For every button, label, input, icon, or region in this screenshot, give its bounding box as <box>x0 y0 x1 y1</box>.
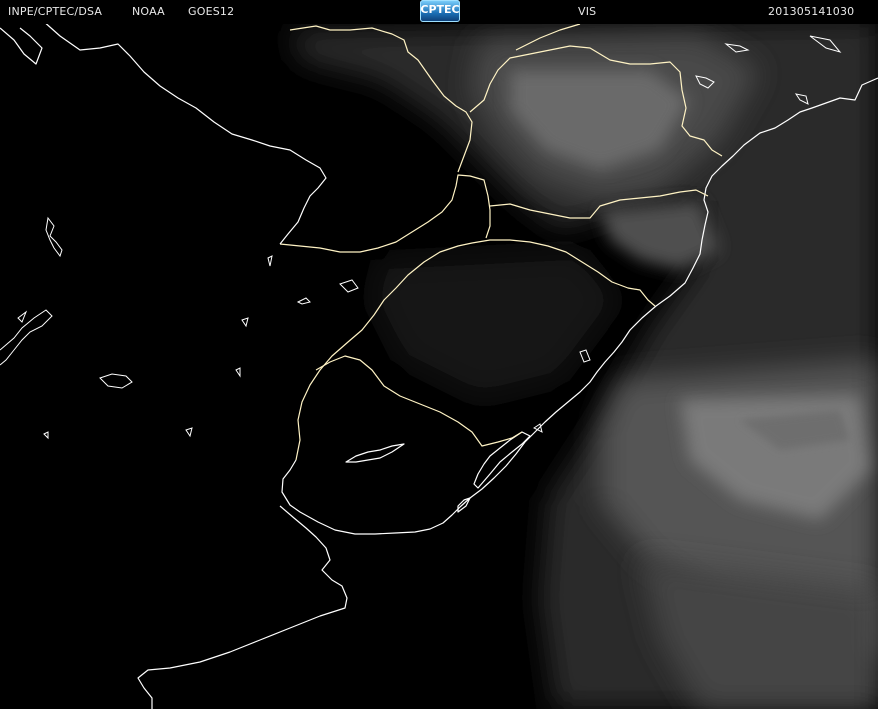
source-label: INPE/CPTEC/DSA <box>8 5 103 18</box>
rivers-uruguay <box>345 443 405 463</box>
lake-14 <box>235 367 241 378</box>
lake-4 <box>17 310 28 323</box>
lake-6 <box>241 317 249 328</box>
paraguay-river <box>0 19 327 245</box>
cptec-logo-text: CPTEC <box>420 3 460 16</box>
lake-7 <box>296 297 311 305</box>
lake-1 <box>45 216 63 258</box>
lake-3 <box>0 309 53 366</box>
rio-de-la-plata-coastline <box>137 505 348 709</box>
lake-13 <box>43 431 49 440</box>
agency-label: NOAA <box>132 5 165 18</box>
lake-17 <box>579 349 591 363</box>
satellite-label: GOES12 <box>188 5 235 18</box>
image-header: INPE/CPTEC/DSA NOAA GOES12 CPTEC VIS 201… <box>0 0 878 24</box>
cloud-interior <box>370 250 620 400</box>
satellite-image: INPE/CPTEC/DSA NOAA GOES12 CPTEC VIS 201… <box>0 0 878 709</box>
lake-5 <box>339 279 359 293</box>
timestamp-label: 201305141030 <box>768 5 855 18</box>
cloud-layer <box>290 20 878 709</box>
lake-15 <box>267 255 273 267</box>
lake-11 <box>533 423 543 433</box>
border-paraguay <box>279 174 491 253</box>
lake-2 <box>99 373 133 389</box>
lake-12 <box>185 427 193 438</box>
channel-label: VIS <box>578 5 597 18</box>
cptec-logo: CPTEC <box>420 0 460 22</box>
map-canvas <box>0 19 878 709</box>
